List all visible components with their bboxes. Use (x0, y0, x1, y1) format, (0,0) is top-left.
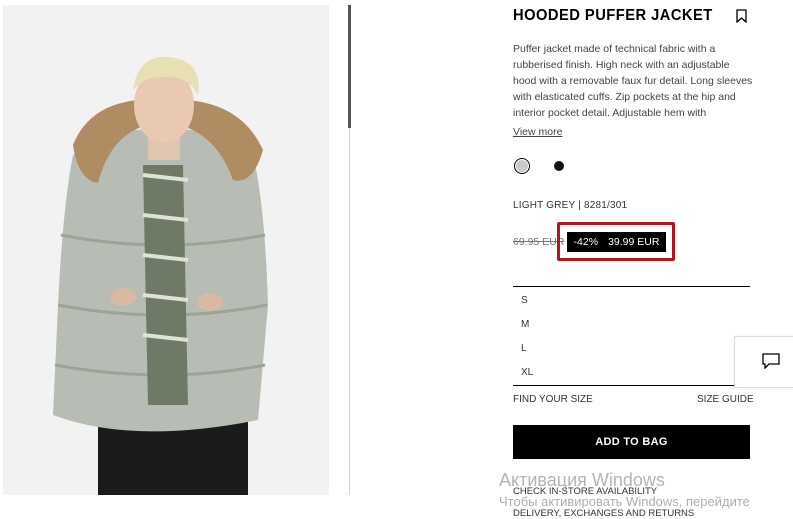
bookmark-icon[interactable] (736, 9, 747, 23)
sale-price-tag: -42% 39.99 EUR (567, 232, 666, 252)
product-description: Puffer jacket made of technical fabric w… (513, 43, 753, 119)
size-guide-link[interactable]: SIZE GUIDE (697, 394, 754, 405)
view-more-link[interactable]: View more (513, 126, 562, 138)
color-swatch-light-grey[interactable] (514, 158, 530, 174)
model-wearing-jacket-illustration (3, 5, 329, 495)
size-option-m[interactable]: M (521, 319, 529, 330)
size-option-s[interactable]: S (521, 295, 528, 306)
color-swatch-black[interactable] (554, 161, 564, 171)
image-scrollbar[interactable] (348, 5, 351, 128)
windows-activation-watermark-text: Чтобы активировать Windows, перейдите (499, 494, 750, 509)
chat-button[interactable] (734, 336, 793, 388)
find-your-size-link[interactable]: FIND YOUR SIZE (513, 394, 593, 405)
size-option-xl[interactable]: XL (521, 367, 533, 378)
product-title: HOODED PUFFER JACKET (513, 7, 713, 24)
size-list: S M L XL (513, 286, 750, 386)
swatch-fill (516, 160, 528, 172)
chat-icon (762, 353, 780, 369)
sale-price: 39.99 EUR (608, 236, 660, 248)
discount-percentage: -42% (573, 236, 599, 248)
windows-activation-watermark-title: Активация Windows (499, 470, 665, 490)
delivery-returns-link[interactable]: DELIVERY, EXCHANGES AND RETURNS (513, 508, 694, 519)
product-image[interactable] (3, 5, 329, 495)
size-option-l[interactable]: L (521, 343, 527, 354)
add-to-bag-button[interactable]: ADD TO BAG (513, 425, 750, 459)
color-and-reference: LIGHT GREY | 8281/301 (513, 200, 628, 211)
